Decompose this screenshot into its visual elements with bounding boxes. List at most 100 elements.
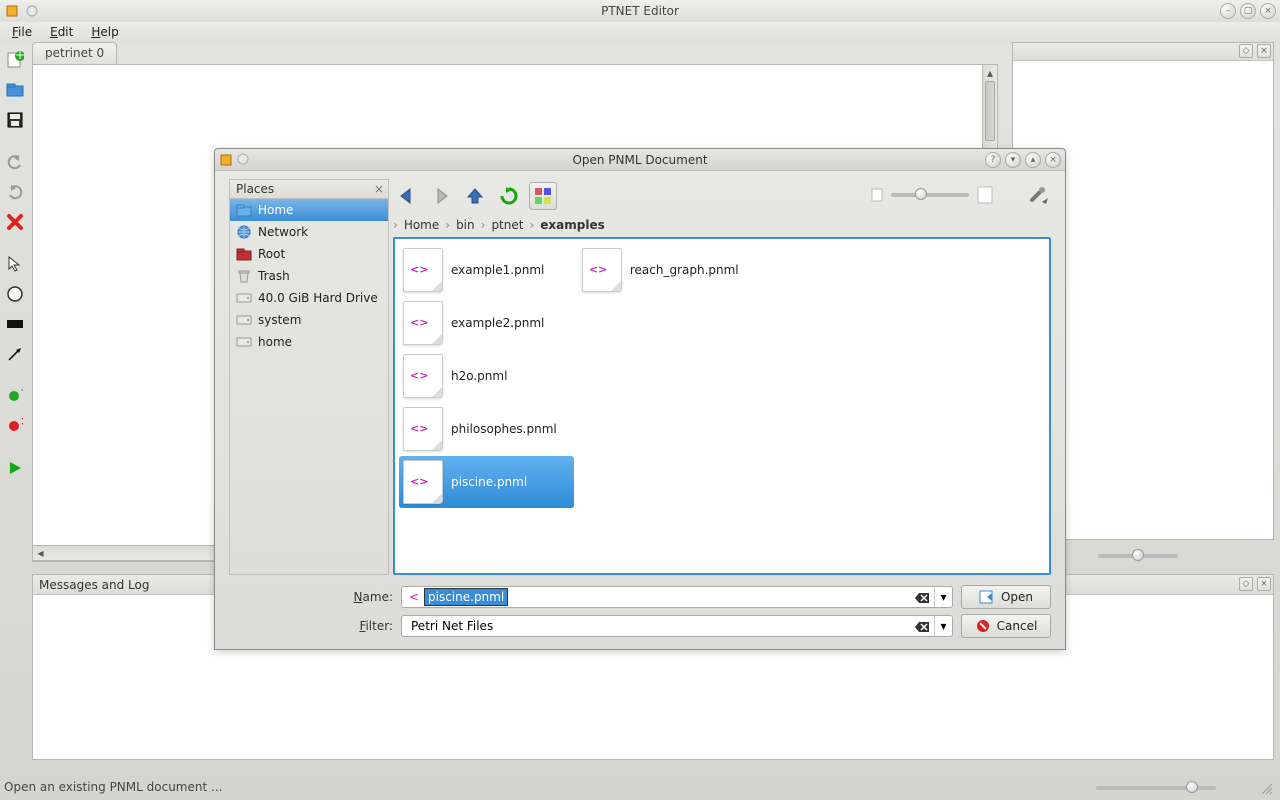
scroll-left-icon[interactable]: ◂	[33, 546, 48, 560]
resize-grip-icon[interactable]	[1260, 782, 1274, 796]
place-item-home[interactable]: home	[230, 331, 388, 353]
place-label: Trash	[258, 269, 290, 283]
place-item-trash[interactable]: Trash	[230, 265, 388, 287]
file-label: h2o.pnml	[451, 369, 507, 383]
file-item[interactable]: <​>reach_graph.pnml	[578, 244, 753, 296]
transition-tool-button[interactable]	[3, 312, 27, 336]
filename-row: Name: <> piscine.pnml ▾ Open	[345, 585, 1051, 609]
root-folder-icon	[236, 247, 252, 261]
remove-token-button[interactable]: ×	[3, 414, 27, 438]
filename-clear-icon[interactable]	[914, 590, 930, 606]
close-button[interactable]: ×	[1260, 3, 1276, 19]
nav-forward-button[interactable]	[427, 182, 455, 210]
file-label: reach_graph.pnml	[630, 263, 739, 277]
file-list[interactable]: <​>example1.pnml<​>example2.pnml<​>h2o.p…	[393, 237, 1051, 575]
scroll-up-icon[interactable]: ▴	[983, 65, 997, 80]
run-button[interactable]	[3, 456, 27, 480]
file-label: example1.pnml	[451, 263, 544, 277]
filter-clear-icon[interactable]	[914, 619, 930, 635]
menu-help[interactable]: Help	[83, 23, 126, 41]
statusbar-text: Open an existing PNML document ...	[4, 780, 222, 794]
places-close-icon[interactable]: ×	[374, 182, 384, 196]
open-file-button[interactable]	[3, 78, 27, 102]
add-token-button[interactable]: +	[3, 384, 27, 408]
place-tool-button[interactable]	[3, 282, 27, 306]
file-item[interactable]: <​>example1.pnml	[399, 244, 574, 296]
messages-detach-button[interactable]: ◇	[1239, 577, 1253, 591]
places-panel: Places × Home Network Root Trash 40.0 GiB Ha…	[229, 179, 389, 579]
status-zoom-slider[interactable]	[1096, 780, 1216, 794]
dialog-help-button[interactable]: ?	[985, 152, 1001, 168]
place-item-system[interactable]: system	[230, 309, 388, 331]
open-button[interactable]: Open	[961, 585, 1051, 609]
nav-back-button[interactable]	[393, 182, 421, 210]
chevron-right-icon: ›	[445, 218, 450, 232]
place-item-40-0-gib-hard-drive[interactable]: 40.0 GiB Hard Drive	[230, 287, 388, 309]
pnml-file-icon: <​>	[403, 407, 443, 451]
save-file-button[interactable]	[3, 108, 27, 132]
nav-view-mode-button[interactable]	[529, 182, 557, 210]
nav-reload-button[interactable]	[495, 182, 523, 210]
file-item[interactable]: <​>piscine.pnml	[399, 456, 574, 508]
file-type-icon: <>	[406, 591, 422, 603]
file-item[interactable]: <​> h2o.pnml	[399, 350, 574, 402]
home-folder-icon	[236, 203, 252, 217]
redo-button[interactable]	[3, 180, 27, 204]
file-item[interactable]: <​>example2.pnml	[399, 297, 574, 349]
dialog-minimize-button[interactable]: ▾	[1005, 152, 1021, 168]
breadcrumb-bin[interactable]: bin	[454, 218, 477, 232]
svg-text:<>: <>	[409, 591, 420, 603]
messages-close-button[interactable]: ×	[1257, 577, 1271, 591]
dialog-sticky-icon[interactable]	[237, 153, 249, 167]
file-item[interactable]: <​>philosophes.pnml	[399, 403, 574, 455]
dialog-app-icon[interactable]	[219, 153, 233, 167]
tab-petrinet-0[interactable]: petrinet 0	[32, 42, 117, 64]
dialog-maximize-button[interactable]: ▴	[1025, 152, 1041, 168]
filter-dropdown-icon[interactable]: ▾	[934, 616, 952, 636]
menu-file[interactable]: File	[4, 23, 40, 41]
dialog-settings-button[interactable]	[1023, 181, 1051, 209]
drive-icon	[236, 313, 252, 327]
place-item-network[interactable]: Network	[230, 221, 388, 243]
svg-text:×: ×	[20, 418, 23, 428]
dialog-close-button[interactable]: ×	[1045, 152, 1061, 168]
breadcrumb-examples[interactable]: examples	[538, 218, 606, 232]
globe-icon	[236, 225, 252, 239]
scroll-thumb[interactable]	[985, 81, 995, 141]
right-zoom-slider[interactable]	[1098, 548, 1178, 562]
place-label: system	[258, 313, 301, 327]
delete-button[interactable]	[3, 210, 27, 234]
undo-button[interactable]	[3, 150, 27, 174]
minimize-button[interactable]: –	[1220, 3, 1236, 19]
filename-input[interactable]: <> piscine.pnml ▾	[401, 586, 953, 608]
right-panel-close-button[interactable]: ×	[1257, 44, 1271, 58]
trash-icon	[236, 269, 252, 283]
arc-tool-button[interactable]	[3, 342, 27, 366]
dialog-titlebar[interactable]: Open PNML Document ? ▾ ▴ ×	[215, 149, 1065, 171]
menubar: File Edit Help	[0, 22, 1280, 42]
filename-dropdown-icon[interactable]: ▾	[934, 587, 952, 607]
pnml-file-icon: <​>	[403, 301, 443, 345]
breadcrumb-ptnet[interactable]: ptnet	[489, 218, 525, 232]
new-file-button[interactable]: +	[3, 48, 27, 72]
right-panel-detach-button[interactable]: ◇	[1239, 44, 1253, 58]
place-label: Network	[258, 225, 308, 239]
nav-up-button[interactable]	[461, 182, 489, 210]
messages-title-text: Messages and Log	[39, 578, 149, 592]
place-item-home[interactable]: Home	[230, 199, 388, 221]
places-header: Places ×	[229, 179, 389, 199]
dialog-nav-toolbar	[393, 181, 557, 211]
place-item-root[interactable]: Root	[230, 243, 388, 265]
document-tabs: petrinet 0	[32, 42, 117, 64]
breadcrumb-home[interactable]: Home	[402, 218, 441, 232]
main-titlebar: PTNET Editor – ▢ ×	[0, 0, 1280, 22]
cancel-button[interactable]: Cancel	[961, 614, 1051, 638]
cancel-icon	[975, 618, 991, 634]
pnml-file-icon: <​>	[403, 354, 443, 398]
pointer-tool-button[interactable]	[3, 252, 27, 276]
place-label: Root	[258, 247, 285, 261]
menu-edit[interactable]: Edit	[42, 23, 81, 41]
icon-size-slider[interactable]	[891, 193, 969, 197]
filter-select[interactable]: Petri Net Files ▾	[401, 615, 953, 637]
maximize-button[interactable]: ▢	[1240, 3, 1256, 19]
